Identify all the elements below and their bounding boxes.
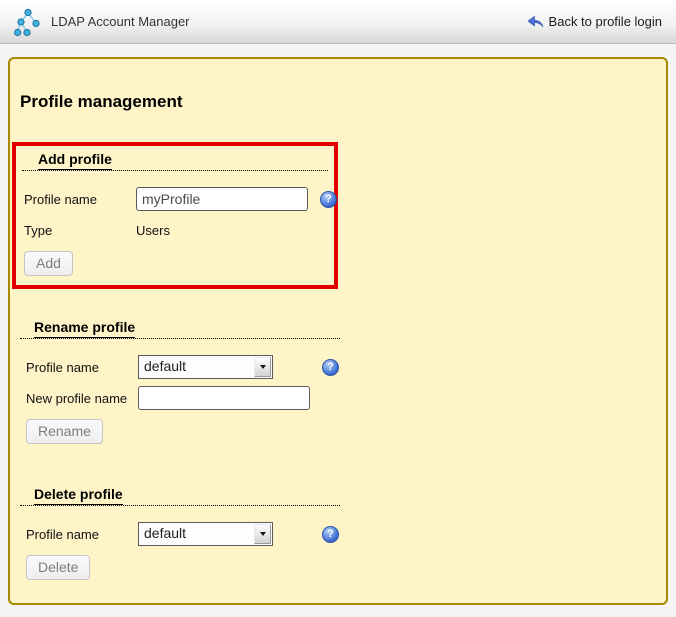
rename-profile-section: Rename profile Profile name default New … xyxy=(20,319,340,444)
app-header: LDAP Account Manager Back to profile log… xyxy=(0,0,676,44)
profile-name-label: Profile name xyxy=(26,360,138,375)
add-profile-name-input[interactable] xyxy=(136,187,308,211)
new-profile-name-label: New profile name xyxy=(26,391,138,406)
type-value: Users xyxy=(136,223,170,238)
app-title: LDAP Account Manager xyxy=(51,14,190,29)
help-icon[interactable] xyxy=(322,359,339,376)
back-arrow-icon xyxy=(527,15,544,28)
add-profile-section: Add profile Profile name Type Users Add xyxy=(12,142,338,289)
add-button[interactable]: Add xyxy=(24,251,73,276)
selected-profile-value: default xyxy=(139,356,253,378)
selected-profile-value: default xyxy=(139,523,253,545)
add-profile-name-row: Profile name xyxy=(24,187,328,211)
ldap-tree-icon xyxy=(14,7,42,37)
rename-button[interactable]: Rename xyxy=(26,419,103,444)
rename-profile-select[interactable]: default xyxy=(138,355,273,379)
add-profile-type-row: Type Users xyxy=(24,218,328,242)
rename-profile-name-row: Profile name default xyxy=(26,355,340,379)
back-link-label: Back to profile login xyxy=(549,14,662,29)
new-profile-name-row: New profile name xyxy=(26,386,340,410)
profile-management-panel: Profile management Add profile Profile n… xyxy=(8,57,668,605)
delete-profile-heading: Delete profile xyxy=(20,486,340,506)
dropdown-arrow-icon xyxy=(254,524,271,544)
page-title: Profile management xyxy=(20,92,666,112)
help-icon[interactable] xyxy=(322,526,339,543)
dropdown-arrow-icon xyxy=(254,357,271,377)
delete-profile-section: Delete profile Profile name default Dele… xyxy=(20,486,340,580)
delete-profile-select[interactable]: default xyxy=(138,522,273,546)
profile-name-label: Profile name xyxy=(24,192,136,207)
rename-profile-heading: Rename profile xyxy=(20,319,340,339)
delete-profile-name-row: Profile name default xyxy=(26,522,340,546)
new-profile-name-input[interactable] xyxy=(138,386,310,410)
back-to-profile-login-link[interactable]: Back to profile login xyxy=(527,14,662,29)
add-profile-heading: Add profile xyxy=(22,151,328,171)
type-label: Type xyxy=(24,223,136,238)
delete-button[interactable]: Delete xyxy=(26,555,90,580)
profile-name-label: Profile name xyxy=(26,527,138,542)
help-icon[interactable] xyxy=(320,191,337,208)
